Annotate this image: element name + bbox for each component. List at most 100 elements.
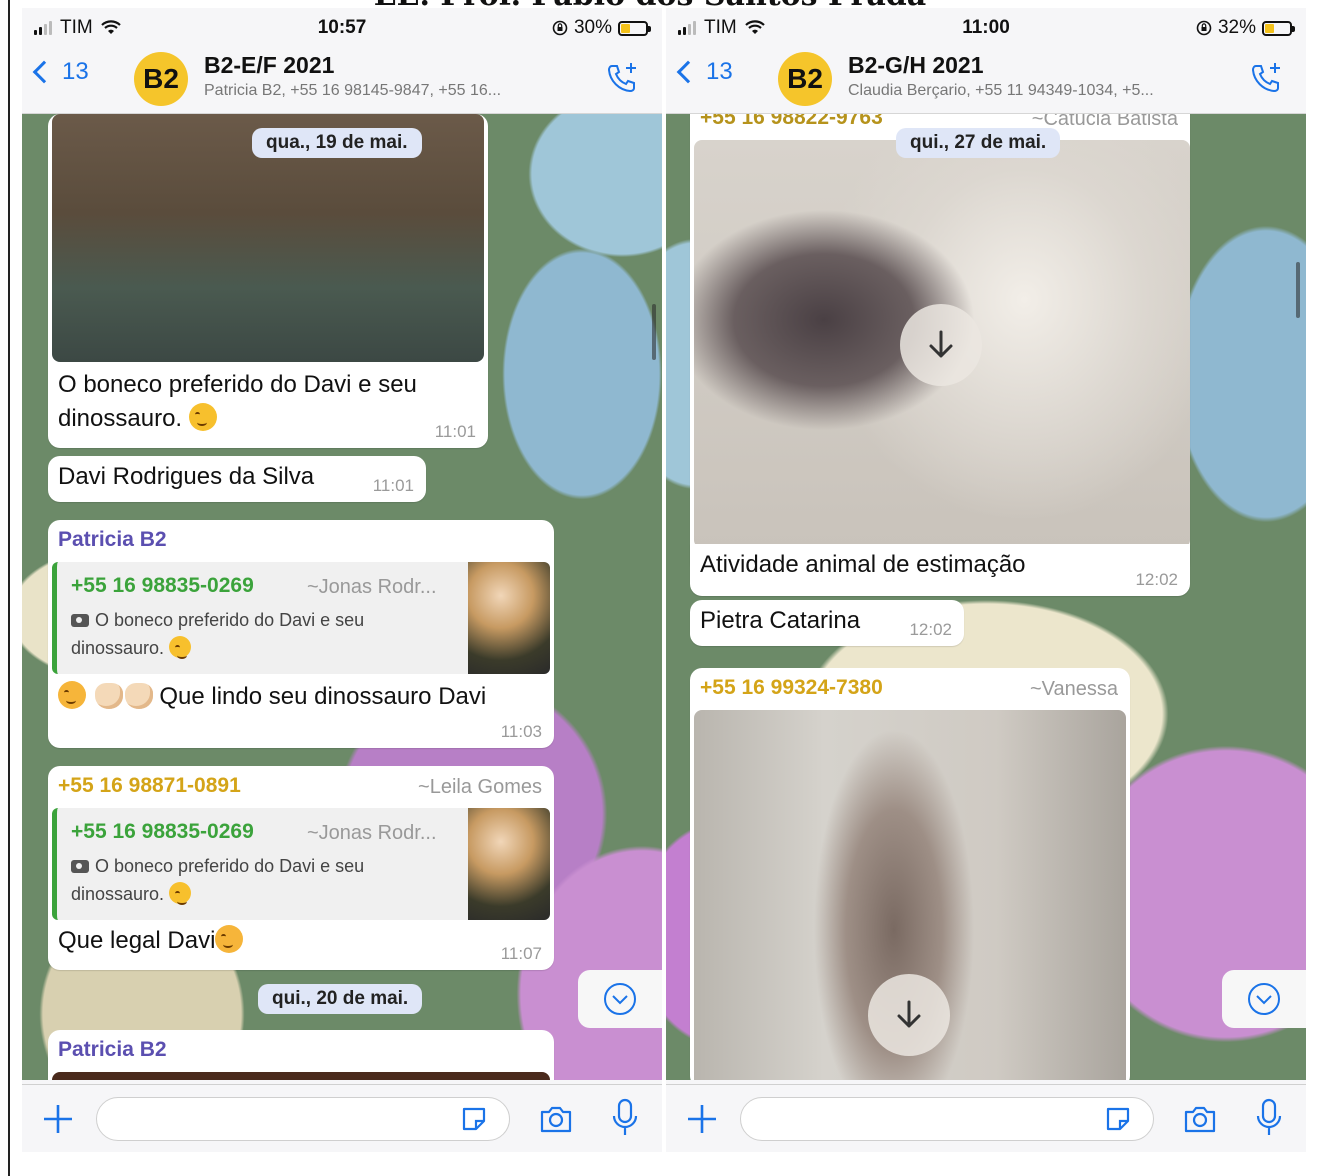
group-avatar[interactable]: B2 (778, 52, 832, 106)
quoted-sender-phone: +55 16 98835-0269 (71, 820, 254, 843)
download-button[interactable] (868, 974, 950, 1056)
unread-count: 13 (62, 58, 89, 85)
smiling-hearts-emoji-icon (215, 925, 244, 953)
message-bubble[interactable]: O boneco preferido do Davi e seu dinossa… (48, 114, 488, 448)
wink-emoji-icon (169, 882, 192, 905)
chat-area[interactable]: O boneco preferido do Davi e seu dinossa… (22, 114, 662, 1080)
status-bar: TIM 11:00 32% (666, 8, 1306, 46)
battery-percent: 30% (573, 17, 612, 38)
unread-count: 13 (706, 58, 733, 85)
date-separator: qui., 27 de mai. (896, 128, 1061, 158)
date-separator: qua., 19 de mai. (252, 128, 422, 158)
sender-name[interactable]: Patricia B2 (58, 1038, 167, 1062)
message-bubble[interactable]: Atividade animal de estimação 12:02 (690, 544, 1190, 596)
group-members[interactable]: Patricia B2, +55 16 98145-9847, +55 16..… (204, 82, 501, 100)
sticker-icon[interactable] (1104, 1105, 1132, 1133)
group-avatar[interactable]: B2 (134, 52, 188, 106)
clapping-emoji-icon (94, 683, 123, 709)
message-time: 11:01 (372, 476, 414, 495)
group-title[interactable]: B2-E/F 2021 (204, 52, 334, 79)
status-bar: TIM 10:57 30% (22, 8, 662, 46)
message-bubble[interactable]: Patricia B2 (48, 1030, 554, 1080)
camera-small-icon (71, 614, 89, 627)
back-chevron-icon (676, 60, 700, 84)
add-call-icon[interactable] (604, 60, 640, 96)
quoted-sender-alias: ~Jonas Rodr... (307, 822, 437, 844)
blurred-image[interactable] (52, 1072, 550, 1080)
sender-phone[interactable]: +55 16 98871-0891 (58, 774, 241, 798)
phone-screenshot-right: TIM 11:00 32% 13 B2 B2-G/H 2021 Claudia … (666, 8, 1306, 1152)
message-input[interactable] (96, 1097, 510, 1141)
download-icon (929, 330, 953, 358)
scroll-down-button[interactable] (1222, 970, 1306, 1028)
message-text: Que legal Davi (58, 924, 244, 958)
sender-alias: ~Vanessa (1029, 678, 1118, 700)
quoted-message[interactable]: +55 16 98835-0269 ~Jonas Rodr... O bonec… (52, 808, 550, 920)
back-button[interactable]: 13 (676, 58, 733, 86)
sender-phone[interactable]: +55 16 98822-9763 (700, 114, 883, 130)
back-chevron-icon (32, 60, 56, 84)
message-text: Pietra Catarina (700, 607, 861, 634)
quoted-message[interactable]: +55 16 98835-0269 ~Jonas Rodr... O bonec… (52, 562, 550, 674)
message-bubble[interactable]: Pietra Catarina 12:02 (690, 600, 964, 646)
download-button[interactable] (900, 304, 982, 386)
scroll-down-button[interactable] (578, 970, 662, 1028)
message-text: Que lindo seu dinossauro Davi (58, 680, 486, 714)
message-bubble[interactable]: Davi Rodrigues da Silva 11:01 (48, 456, 426, 502)
message-bubble[interactable]: +55 16 99324-7380 ~Vanessa (690, 668, 1130, 1080)
group-title[interactable]: B2-G/H 2021 (848, 52, 984, 79)
orientation-lock-icon (1196, 20, 1212, 36)
message-time: 11:03 (500, 722, 542, 741)
message-composer (666, 1084, 1306, 1152)
phone-screenshot-left: TIM 10:57 30% 13 B2 B2-E/F 2021 Patricia… (22, 8, 662, 1152)
camera-icon[interactable] (538, 1101, 574, 1137)
mic-icon[interactable] (610, 1097, 640, 1139)
message-time: 11:07 (500, 944, 542, 963)
message-time: 12:02 (909, 620, 952, 639)
orientation-lock-icon (552, 20, 568, 36)
battery-charging-icon (618, 20, 651, 36)
chat-header: 13 B2 B2-G/H 2021 Claudia Berçario, +55 … (666, 46, 1306, 114)
battery-percent: 32% (1217, 17, 1256, 38)
reply-message-bubble[interactable]: Patricia B2 +55 16 98835-0269 ~Jonas Rod… (48, 520, 554, 748)
scroll-down-icon (1248, 983, 1280, 1015)
quoted-text: O boneco preferido do Davi e seu dinossa… (71, 856, 365, 905)
date-separator: qui., 20 de mai. (258, 984, 423, 1014)
chat-header: 13 B2 B2-E/F 2021 Patricia B2, +55 16 98… (22, 46, 662, 114)
camera-icon[interactable] (1182, 1101, 1218, 1137)
message-time: 11:01 (434, 422, 476, 441)
reply-message-bubble[interactable]: +55 16 98871-0891 ~Leila Gomes +55 16 98… (48, 766, 554, 970)
message-text: O boneco preferido do Davi e seu dinossa… (58, 371, 417, 432)
message-bubble[interactable]: +55 16 98822-9763 ~Catucia Batista (690, 114, 1190, 574)
quoted-thumbnail (468, 808, 550, 920)
clapping-emoji-icon (124, 683, 153, 709)
scrollbar[interactable] (1296, 262, 1300, 318)
scroll-down-icon (604, 983, 636, 1015)
blurred-image[interactable] (694, 710, 1126, 1080)
scrollbar[interactable] (652, 304, 656, 360)
mic-icon[interactable] (1254, 1097, 1284, 1139)
message-composer (22, 1084, 662, 1152)
chat-area[interactable]: +55 16 98822-9763 ~Catucia Batista qui.,… (666, 114, 1306, 1080)
message-text: Atividade animal de estimação (700, 551, 1026, 578)
sticker-icon[interactable] (460, 1105, 488, 1133)
add-call-icon[interactable] (1248, 60, 1284, 96)
plus-icon[interactable] (40, 1101, 76, 1137)
download-icon (897, 1000, 921, 1028)
plus-icon[interactable] (684, 1101, 720, 1137)
quoted-thumbnail (468, 562, 550, 674)
message-input[interactable] (740, 1097, 1154, 1141)
group-members[interactable]: Claudia Berçario, +55 11 94349-1034, +5.… (848, 82, 1154, 100)
wink-emoji-icon (188, 403, 217, 431)
message-text: Davi Rodrigues da Silva (58, 463, 315, 490)
wink-emoji-icon (169, 636, 192, 659)
sender-name[interactable]: Patricia B2 (58, 528, 167, 552)
quoted-sender-alias: ~Jonas Rodr... (307, 576, 437, 598)
blurred-image[interactable] (694, 140, 1190, 548)
sender-phone[interactable]: +55 16 99324-7380 (700, 676, 883, 700)
back-button[interactable]: 13 (32, 58, 89, 86)
battery-charging-icon (1262, 20, 1295, 36)
message-time: 12:02 (1135, 570, 1178, 589)
quoted-text: O boneco preferido do Davi e seu dinossa… (71, 610, 365, 659)
sender-alias: ~Leila Gomes (418, 776, 542, 798)
